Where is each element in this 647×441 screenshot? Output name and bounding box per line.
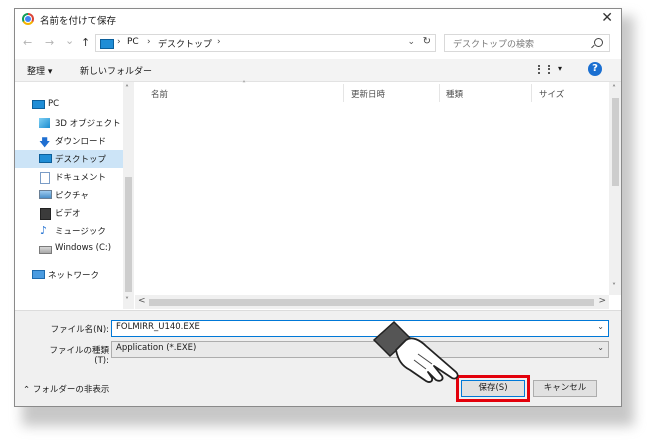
column-separator[interactable] — [343, 84, 344, 102]
navigation-scrollbar[interactable]: ˄ ˅ — [123, 82, 134, 309]
new-folder-button[interactable]: 新しいフォルダー — [80, 64, 152, 77]
scroll-left-icon[interactable]: < — [138, 296, 146, 306]
view-options-icon[interactable] — [538, 65, 550, 74]
cube-icon — [39, 118, 50, 128]
scrollbar-thumb[interactable] — [149, 299, 594, 306]
forward-icon[interactable]: → — [45, 36, 54, 49]
filename-label: ファイル名(N): — [50, 325, 109, 335]
sidebar-item-downloads[interactable]: 🡇 ダウンロード — [15, 132, 123, 150]
sidebar-item-label: ネットワーク — [48, 271, 100, 281]
help-icon[interactable]: ? — [588, 62, 602, 76]
file-list-horizontal-scrollbar[interactable]: < > — [135, 295, 609, 309]
sidebar-item-pc[interactable]: PC — [15, 96, 123, 114]
chevron-down-icon[interactable]: ⌄ — [597, 343, 604, 352]
file-list-vertical-scrollbar[interactable]: ˄ ˅ — [609, 82, 621, 295]
chevron-down-icon[interactable]: ⌄ — [597, 322, 604, 331]
column-separator[interactable] — [439, 84, 440, 102]
sort-ascending-icon: ˄ — [242, 80, 246, 89]
filename-value: FOLMIRR_U140.EXE — [116, 322, 200, 332]
scrollbar-thumb[interactable] — [612, 98, 619, 186]
network-icon — [32, 270, 45, 279]
column-separator[interactable] — [531, 84, 532, 102]
computer-icon — [32, 100, 45, 109]
chevron-down-icon[interactable]: ⌄ — [407, 37, 415, 47]
column-header-size[interactable]: サイズ — [539, 88, 564, 100]
computer-icon — [100, 39, 114, 49]
refresh-icon[interactable]: ↻ — [423, 36, 431, 47]
navigation-row: ← → ⌄ ↑ › PC › デスクトップ › ⌄ ↻ デスクトップの検索 — [15, 32, 621, 56]
chrome-icon — [22, 13, 34, 25]
scroll-down-icon[interactable]: ˅ — [612, 282, 616, 291]
filetype-label: ファイルの種類(T): — [49, 346, 109, 366]
sidebar-item-windows-c[interactable]: Windows (C:) — [15, 240, 123, 258]
sidebar-item-label: ミュージック — [55, 227, 106, 237]
sidebar-item-label: ダウンロード — [55, 137, 107, 147]
sidebar-item-3d-objects[interactable]: 3D オブジェクト — [15, 114, 123, 132]
search-placeholder: デスクトップの検索 — [453, 40, 535, 50]
column-header-type[interactable]: 種類 — [446, 88, 463, 100]
scroll-down-icon[interactable]: ˅ — [125, 296, 129, 305]
sidebar-item-label: ドキュメント — [55, 173, 107, 183]
sidebar-item-videos[interactable]: ビデオ — [15, 204, 123, 222]
sidebar-item-desktop[interactable]: デスクトップ — [15, 150, 123, 168]
scroll-up-icon[interactable]: ˄ — [612, 84, 616, 93]
sidebar-item-pictures[interactable]: ピクチャ — [15, 186, 123, 204]
filetype-value: Application (*.EXE) — [116, 343, 197, 353]
breadcrumb-separator: › — [147, 37, 151, 47]
sidebar-item-label: ピクチャ — [55, 191, 89, 201]
organize-button[interactable]: 整理 ▾ — [27, 64, 52, 77]
scroll-up-icon[interactable]: ˄ — [125, 84, 129, 93]
pointing-hand-icon — [372, 320, 459, 383]
command-bar: 整理 ▾ 新しいフォルダー ▾ ? — [15, 59, 621, 82]
sidebar-item-network[interactable]: ネットワーク — [15, 266, 123, 284]
recent-locations-icon[interactable]: ⌄ — [65, 34, 74, 47]
up-folder-icon[interactable]: ↑ — [81, 36, 90, 49]
address-bar[interactable]: › PC › デスクトップ › ⌄ ↻ — [95, 34, 436, 52]
back-icon[interactable]: ← — [23, 36, 32, 49]
search-icon[interactable] — [594, 38, 603, 47]
music-icon: ♪ — [40, 224, 48, 237]
document-icon — [40, 172, 50, 184]
column-header-modified[interactable]: 更新日時 — [351, 88, 385, 100]
sidebar-item-label: ビデオ — [55, 209, 81, 219]
view-dropdown-icon[interactable]: ▾ — [558, 64, 562, 73]
pictures-icon — [39, 190, 52, 199]
search-input[interactable]: デスクトップの検索 — [444, 34, 610, 52]
hide-folders-button[interactable]: ⌃ フォルダーの非表示 — [23, 383, 109, 395]
filetype-select[interactable]: Application (*.EXE) ⌄ — [111, 341, 609, 358]
sidebar-item-label: デスクトップ — [55, 155, 107, 165]
navigation-pane: PC 3D オブジェクト 🡇 ダウンロード デスクトップ ドキュメント ピクチャ… — [15, 82, 134, 309]
sidebar-item-label: PC — [48, 99, 60, 109]
download-icon: 🡇 — [39, 136, 51, 149]
desktop-icon — [39, 154, 52, 163]
scroll-right-icon[interactable]: > — [598, 296, 606, 306]
save-options-panel: ファイル名(N): FOLMIRR_U140.EXE ⌄ ファイルの種類(T):… — [15, 310, 621, 406]
sidebar-item-label: Windows (C:) — [55, 243, 112, 253]
scrollbar-thumb[interactable] — [125, 177, 132, 292]
breadcrumb-desktop[interactable]: デスクトップ — [158, 37, 212, 50]
sidebar-item-label: 3D オブジェクト — [55, 119, 121, 129]
close-button[interactable]: ✕ — [601, 10, 613, 26]
drive-icon — [39, 246, 52, 254]
breadcrumb-separator: › — [217, 37, 221, 47]
cancel-button[interactable]: キャンセル — [533, 380, 597, 397]
video-icon — [40, 208, 51, 220]
breadcrumb-pc[interactable]: PC — [127, 37, 139, 47]
filename-field[interactable]: FOLMIRR_U140.EXE ⌄ — [111, 320, 609, 337]
sidebar-item-music[interactable]: ♪ ミュージック — [15, 222, 123, 240]
breadcrumb-separator: › — [117, 37, 121, 47]
title-bar: 名前を付けて保存 ✕ — [15, 9, 621, 31]
dialog-title: 名前を付けて保存 — [40, 16, 117, 27]
file-list: ˄ 名前 更新日時 種類 サイズ ˄ ˅ < > — [135, 80, 621, 309]
save-as-dialog: 名前を付けて保存 ✕ ← → ⌄ ↑ › PC › デスクトップ › ⌄ ↻ デ… — [14, 8, 622, 407]
sidebar-item-documents[interactable]: ドキュメント — [15, 168, 123, 186]
column-header-name[interactable]: 名前 — [151, 88, 168, 100]
